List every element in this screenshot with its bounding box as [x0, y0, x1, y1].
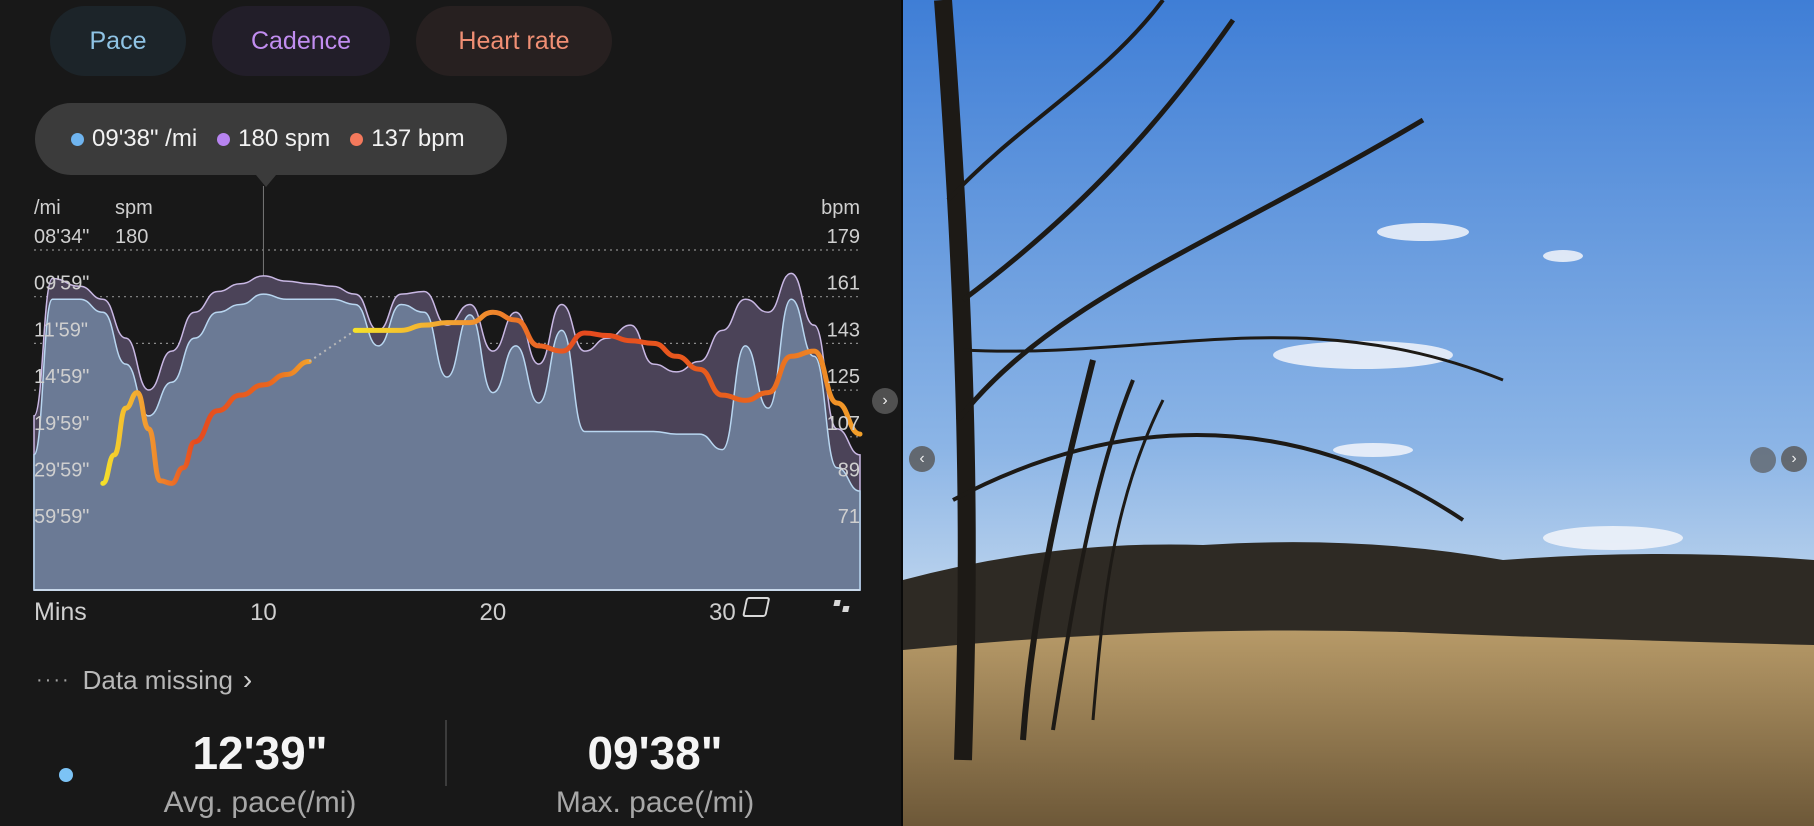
x-axis-title: Mins — [34, 598, 87, 626]
flag-check — [842, 606, 850, 612]
bpm-tick-label: 179 — [827, 226, 860, 248]
tab-cadence-label: Cadence — [250, 26, 352, 55]
dotted-line-icon: ···· — [36, 668, 71, 691]
data-missing-link[interactable]: ···· Data missing › — [36, 664, 252, 696]
max-pace-value: 09'38" — [587, 727, 723, 779]
pace-tick-label: 59'59" — [34, 506, 89, 528]
chevron-left-icon: ‹ — [919, 450, 925, 467]
tooltip-cadence-value: 180 spm — [238, 125, 331, 152]
tab-heart-rate[interactable]: Heart rate — [416, 6, 612, 76]
avg-pace-label: Avg. pace(/mi) — [163, 786, 357, 819]
pace-unit-label: /mi — [34, 197, 61, 219]
avg-pace-value: 12'39" — [192, 727, 328, 779]
pace-indicator-dot — [59, 768, 73, 782]
bpm-tick-label: 125 — [827, 366, 860, 388]
tooltip-heart-rate: 137 bpm — [350, 125, 465, 153]
tooltip-cadence: 180 spm — [217, 125, 330, 153]
pace-tick-label: 08'34" — [34, 226, 89, 248]
stats-divider — [445, 720, 447, 786]
chevron-right-icon: › — [882, 392, 888, 409]
cadence-dot-icon — [217, 132, 231, 146]
pace-tick-label: 11'59" — [34, 319, 88, 341]
finish-flag-icon — [742, 597, 850, 617]
workout-chart-panel: Pace Cadence Heart rate 09'38" /mi 180 s… — [0, 0, 902, 826]
bpm-tick-label: 71 — [838, 506, 860, 528]
cadence-unit-label: spm — [115, 197, 153, 219]
tab-pace[interactable]: Pace — [50, 6, 186, 76]
bpm-tick-label: 143 — [827, 319, 860, 341]
max-pace-stat: 09'38" Max. pace(/mi) — [530, 726, 780, 820]
next-arrow-button[interactable]: › — [872, 388, 898, 414]
tooltip-pace: 09'38" /mi — [71, 125, 197, 153]
tab-cadence[interactable]: Cadence — [212, 6, 390, 76]
pace-tick-label: 19'59" — [34, 413, 89, 435]
avg-pace-stat: 12'39" Avg. pace(/mi) — [150, 726, 370, 820]
tab-heart-rate-label: Heart rate — [458, 26, 570, 55]
data-missing-label: Data missing — [82, 664, 233, 695]
pace-tick-label: 14'59" — [34, 366, 89, 388]
x-tick-label: 10 — [250, 599, 277, 626]
bpm-tick-label: 107 — [827, 413, 860, 435]
chart-tooltip: 09'38" /mi 180 spm 137 bpm — [35, 103, 507, 175]
x-tick-label: 20 — [480, 599, 507, 626]
bpm-unit-label: bpm — [821, 197, 860, 219]
field — [903, 630, 1814, 826]
photo-prev-arrow[interactable]: ‹ — [909, 446, 935, 472]
photo-prev-button[interactable] — [1750, 447, 1776, 473]
landscape-photo: ‹ › — [903, 0, 1814, 826]
photo-canvas — [903, 0, 1814, 826]
chevron-right-icon: › — [1791, 450, 1797, 467]
bpm-tick-label: 161 — [827, 273, 860, 295]
photo-next-arrow[interactable]: › — [1781, 446, 1807, 472]
tooltip-pace-value: 09'38" /mi — [92, 125, 198, 152]
pace-dot-icon — [71, 132, 84, 146]
pace-tick-label: 29'59" — [34, 460, 89, 482]
workout-chart[interactable]: /mi spm bpm 08'34" 09'59" 11'59" 14'59" 19'59" 2… — [0, 180, 880, 630]
cadence-tick-label: 180 — [115, 226, 148, 248]
max-pace-label: Max. pace(/mi) — [555, 786, 755, 819]
hr-dot-icon — [350, 132, 364, 146]
tab-pace-label: Pace — [89, 26, 147, 55]
x-tick-label: 30 — [709, 599, 736, 626]
flag-check — [833, 600, 841, 606]
chevron-right-icon: › — [242, 664, 253, 695]
flag-outline — [742, 597, 770, 617]
pace-tick-label: 09'59" — [34, 273, 89, 295]
bpm-tick-label: 89 — [838, 460, 860, 482]
tooltip-hr-value: 137 bpm — [371, 125, 465, 152]
